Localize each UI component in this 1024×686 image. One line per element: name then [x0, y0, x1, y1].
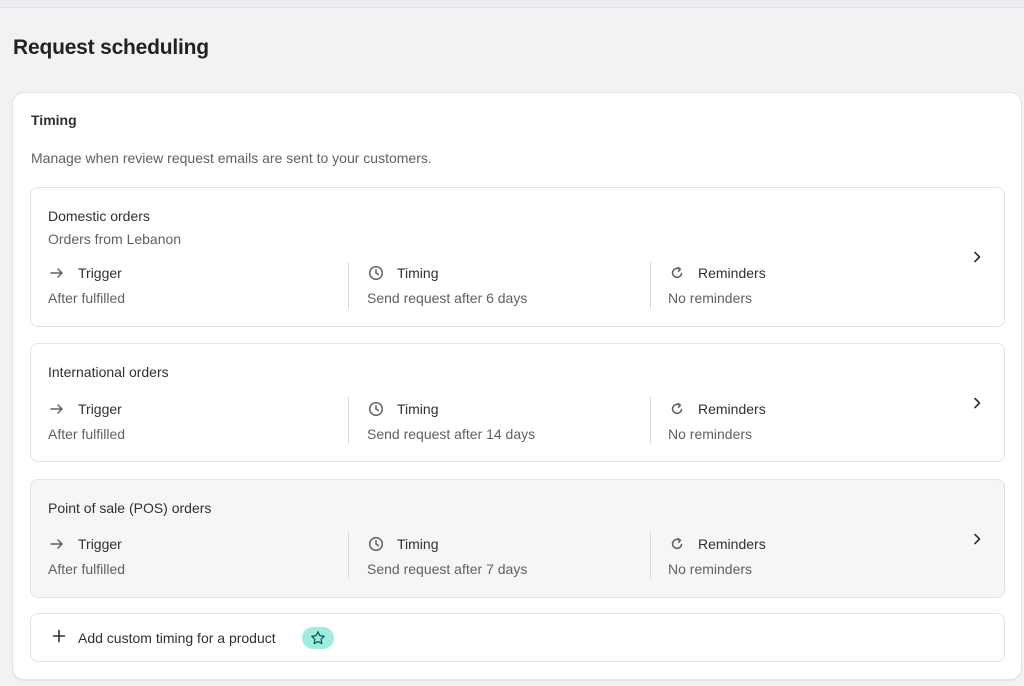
- trigger-label: Trigger: [78, 401, 122, 417]
- trigger-label: Trigger: [78, 265, 122, 281]
- order-rule-international[interactable]: International orders Trigger After fulfi…: [30, 343, 1005, 462]
- plus-icon: [51, 628, 67, 644]
- column-divider: [650, 532, 651, 579]
- timing-column: Timing Send request after 7 days: [367, 535, 667, 583]
- reminders-label: Reminders: [698, 401, 766, 417]
- chevron-right-icon: [970, 532, 984, 546]
- reminders-label: Reminders: [698, 265, 766, 281]
- arrow-right-icon: [48, 535, 66, 553]
- column-divider: [650, 262, 651, 309]
- timing-value: Send request after 6 days: [367, 290, 528, 306]
- order-rule-domestic[interactable]: Domestic orders Orders from Lebanon Trig…: [30, 187, 1005, 327]
- timing-column: Timing Send request after 6 days: [367, 264, 667, 312]
- trigger-label: Trigger: [78, 536, 122, 552]
- timing-value: Send request after 14 days: [367, 426, 536, 442]
- refresh-icon: [668, 400, 686, 418]
- timing-column: Timing Send request after 14 days: [367, 400, 667, 448]
- timing-label: Timing: [397, 401, 439, 417]
- add-custom-timing-button[interactable]: Add custom timing for a product: [30, 613, 1005, 662]
- timing-label: Timing: [397, 536, 439, 552]
- timing-value: Send request after 7 days: [367, 561, 528, 577]
- refresh-icon: [668, 264, 686, 282]
- clock-icon: [367, 535, 385, 553]
- trigger-value: After fulfilled: [48, 561, 126, 577]
- reminders-label: Reminders: [698, 536, 766, 552]
- order-rule-name: International orders: [48, 364, 169, 380]
- reminders-value: No reminders: [668, 561, 753, 577]
- card-title: Timing: [31, 112, 77, 128]
- top-bar: [0, 0, 1024, 8]
- trigger-column: Trigger After fulfilled: [48, 535, 348, 583]
- order-rule-name: Point of sale (POS) orders: [48, 500, 212, 516]
- arrow-right-icon: [48, 400, 66, 418]
- timing-label: Timing: [397, 265, 439, 281]
- chevron-right-icon: [970, 250, 984, 264]
- trigger-column: Trigger After fulfilled: [48, 264, 348, 312]
- reminders-column: Reminders No reminders: [668, 400, 968, 448]
- clock-icon: [367, 264, 385, 282]
- chevron-right-icon: [970, 396, 984, 410]
- card-description: Manage when review request emails are se…: [31, 150, 432, 166]
- arrow-right-icon: [48, 264, 66, 282]
- column-divider: [348, 397, 349, 444]
- column-divider: [348, 262, 349, 309]
- reminders-column: Reminders No reminders: [668, 535, 968, 583]
- column-divider: [348, 532, 349, 579]
- clock-icon: [367, 400, 385, 418]
- reminders-column: Reminders No reminders: [668, 264, 968, 312]
- trigger-value: After fulfilled: [48, 290, 126, 306]
- reminders-value: No reminders: [668, 290, 753, 306]
- order-rule-name: Domestic orders: [48, 208, 150, 224]
- order-rule-pos[interactable]: Point of sale (POS) orders Trigger After…: [30, 479, 1005, 598]
- add-custom-timing-label: Add custom timing for a product: [78, 630, 276, 646]
- timing-card: Timing Manage when review request emails…: [12, 92, 1022, 680]
- page-title: Request scheduling: [13, 36, 209, 59]
- order-rule-subtitle: Orders from Lebanon: [48, 231, 182, 247]
- trigger-value: After fulfilled: [48, 426, 126, 442]
- trigger-column: Trigger After fulfilled: [48, 400, 348, 448]
- column-divider: [650, 397, 651, 444]
- refresh-icon: [668, 535, 686, 553]
- star-icon: [302, 627, 334, 649]
- reminders-value: No reminders: [668, 426, 753, 442]
